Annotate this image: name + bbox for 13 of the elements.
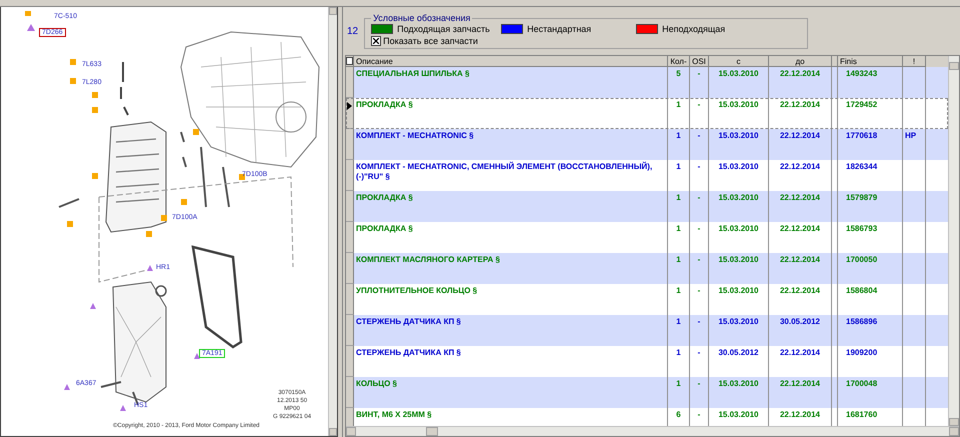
show-all-checkbox[interactable] — [371, 36, 382, 46]
vertical-scrollbar[interactable] — [328, 7, 337, 436]
parts-count: 12 — [347, 26, 358, 36]
legend-label: Подходящая запчасть — [397, 24, 490, 34]
legend-label: Нестандартная — [527, 24, 592, 34]
vertical-scrollbar[interactable] — [948, 56, 959, 426]
legend-label: Неподходящая — [662, 24, 726, 34]
row-selector[interactable] — [346, 98, 354, 129]
current-row-icon — [347, 102, 352, 110]
horizontal-scrollbar[interactable] — [346, 426, 959, 436]
legend-title: Условные обозначения — [372, 13, 472, 23]
select-all-checkbox[interactable] — [346, 57, 353, 65]
show-all-label: Показать все запчасти — [383, 36, 478, 46]
